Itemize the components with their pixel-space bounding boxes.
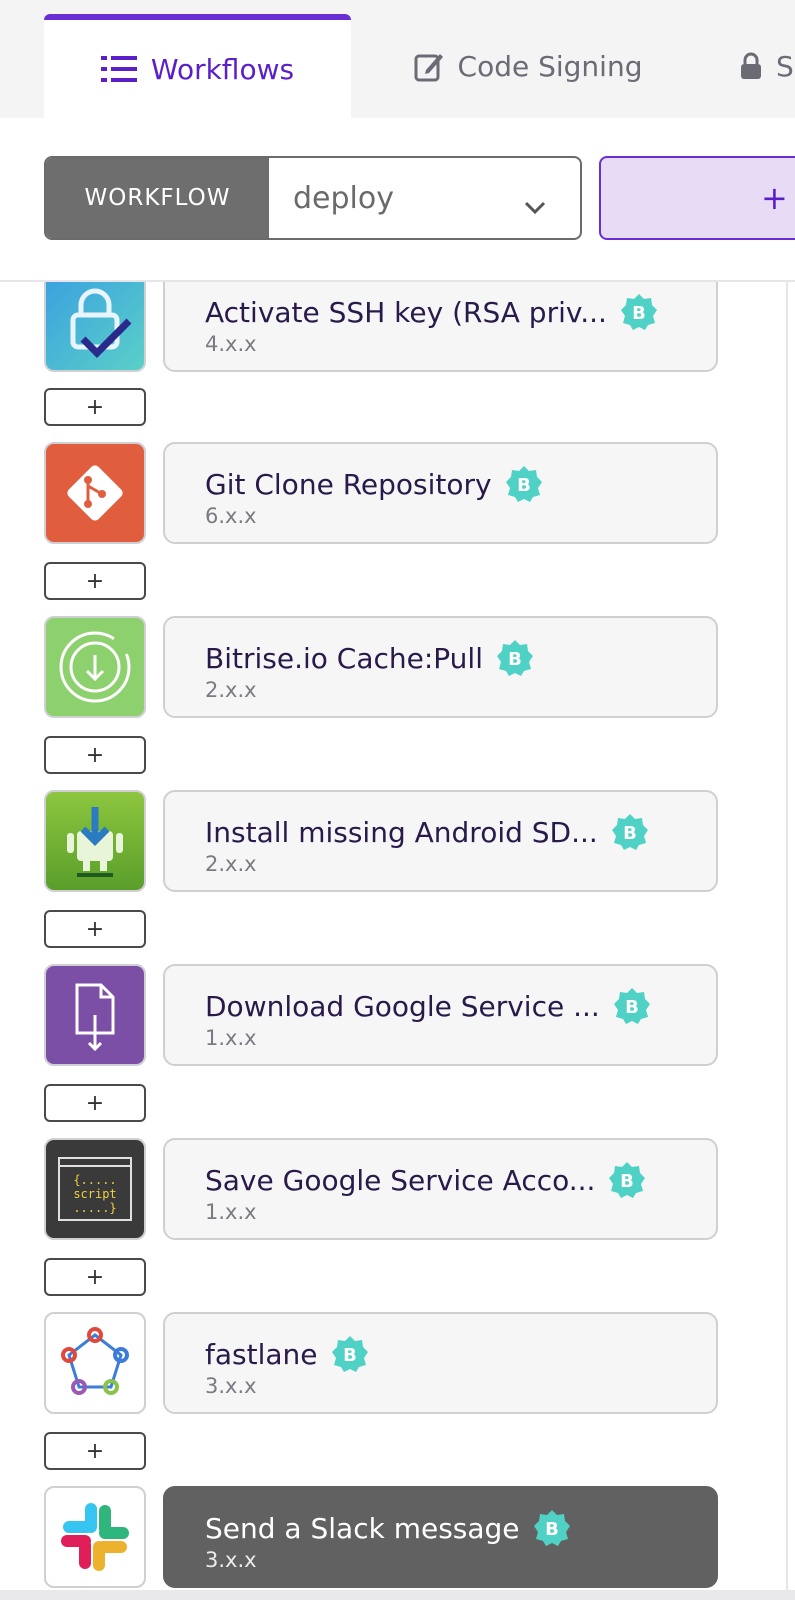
tab-code-signing[interactable]: Code Signing [398, 14, 658, 118]
git-icon[interactable] [44, 442, 146, 544]
step-name: Activate SSH key (RSA priv... [205, 295, 607, 329]
add-step-button[interactable]: + [44, 736, 146, 774]
cache-pull-icon[interactable] [44, 616, 146, 718]
tab-label: Code Signing [457, 49, 643, 83]
step-name: Send a Slack message [205, 1511, 520, 1545]
workflow-selector[interactable]: WORKFLOW deploy [44, 156, 582, 240]
step-name: Download Google Service ... [205, 989, 600, 1023]
step-card[interactable]: Install missing Android SD... B 2.x.x [163, 790, 718, 892]
script-icon[interactable]: {..... script .....} [44, 1138, 146, 1240]
fastlane-icon[interactable] [44, 1312, 146, 1414]
svg-text:script: script [73, 1187, 116, 1201]
file-download-icon[interactable] [44, 964, 146, 1066]
svg-text:B: B [623, 823, 637, 844]
step-card[interactable]: Save Google Service Acco... B 1.x.x [163, 1138, 718, 1240]
add-step-button[interactable]: + [44, 910, 146, 948]
step-card[interactable]: fastlane B 3.x.x [163, 1312, 718, 1414]
step-name: Git Clone Repository [205, 467, 492, 501]
step-version: 3.x.x [205, 1374, 257, 1398]
svg-text:B: B [625, 997, 639, 1018]
workflow-toolbar: WORKFLOW deploy + [0, 118, 795, 282]
step-name: Save Google Service Acco... [205, 1163, 596, 1197]
lock-icon [740, 52, 762, 80]
bitrise-verified-badge-icon: B [613, 988, 650, 1024]
edit-icon [414, 50, 444, 82]
svg-text:.....}: .....} [73, 1201, 116, 1215]
workflow-label: WORKFLOW [46, 158, 269, 238]
add-workflow-button[interactable]: + [599, 156, 795, 240]
step-version: 4.x.x [205, 332, 257, 356]
step-card[interactable]: Bitrise.io Cache:Pull B 2.x.x [163, 616, 718, 718]
bitrise-verified-badge-icon: B [620, 294, 657, 330]
slack-icon[interactable] [44, 1486, 146, 1588]
android-sdk-icon[interactable] [44, 790, 146, 892]
add-step-button[interactable]: + [44, 388, 146, 426]
tab-label: S [776, 49, 794, 83]
bitrise-verified-badge-icon: B [533, 1510, 570, 1546]
add-step-button[interactable]: + [44, 562, 146, 600]
workflow-value: deploy [293, 180, 394, 216]
step-version: 1.x.x [205, 1200, 257, 1224]
tab-label: Workflows [150, 52, 295, 86]
svg-text:{.....: {..... [73, 1173, 116, 1187]
tab-bar: Workflows Code Signing S [0, 0, 795, 118]
bitrise-verified-badge-icon: B [331, 1336, 368, 1372]
ssh-key-icon[interactable] [44, 282, 146, 372]
svg-text:B: B [343, 1345, 357, 1366]
step-version: 2.x.x [205, 678, 257, 702]
step-list: Activate SSH key (RSA priv... B 4.x.x + … [0, 282, 795, 1590]
step-name: fastlane [205, 1337, 318, 1371]
chevron-down-icon [524, 188, 546, 223]
step-card[interactable]: Git Clone Repository B 6.x.x [163, 442, 718, 544]
step-version: 2.x.x [205, 852, 257, 876]
bottom-strip [0, 1590, 795, 1600]
svg-text:B: B [545, 1519, 559, 1540]
step-version: 1.x.x [205, 1026, 257, 1050]
tab-workflows[interactable]: Workflows [44, 14, 351, 118]
list-icon [100, 55, 137, 83]
add-workflow-label: + [761, 179, 788, 217]
step-version: 3.x.x [205, 1548, 257, 1572]
svg-text:B: B [508, 649, 522, 670]
add-step-button[interactable]: + [44, 1258, 146, 1296]
workflow-dropdown[interactable]: deploy [269, 158, 580, 238]
tab-secrets[interactable]: S [740, 14, 795, 118]
svg-text:B: B [621, 1171, 635, 1192]
add-step-button[interactable]: + [44, 1084, 146, 1122]
svg-text:B: B [517, 475, 531, 496]
step-card[interactable]: Activate SSH key (RSA priv... B 4.x.x [163, 282, 718, 372]
add-step-button[interactable]: + [44, 1432, 146, 1470]
step-card[interactable]: Download Google Service ... B 1.x.x [163, 964, 718, 1066]
step-name: Bitrise.io Cache:Pull [205, 641, 483, 675]
step-name: Install missing Android SD... [205, 815, 598, 849]
svg-text:B: B [632, 303, 646, 324]
bitrise-verified-badge-icon: B [611, 814, 648, 850]
bitrise-verified-badge-icon: B [609, 1162, 646, 1198]
bitrise-verified-badge-icon: B [497, 640, 533, 676]
step-card-selected[interactable]: Send a Slack message B 3.x.x [163, 1486, 718, 1588]
bitrise-verified-badge-icon: B [505, 466, 542, 502]
step-version: 6.x.x [205, 504, 257, 528]
